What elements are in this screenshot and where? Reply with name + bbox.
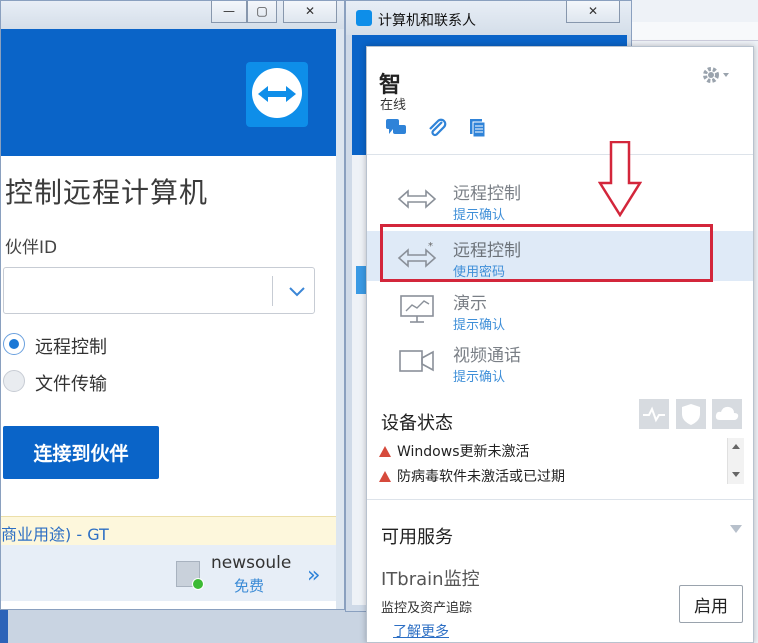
divider [367, 499, 753, 500]
teamviewer-app-icon [356, 10, 372, 26]
action-label: 演示 [453, 294, 487, 314]
partner-id-label: 伙伴ID [5, 238, 58, 258]
action-label: 视频通话 [453, 346, 521, 366]
warnings-scrollbar[interactable] [727, 438, 744, 484]
window-title: 计算机和联系人 [378, 13, 476, 29]
remote-control-radio-label: 远程控制 [35, 337, 107, 358]
arrow-down-icon [598, 141, 642, 217]
enable-button[interactable]: 启用 [679, 585, 743, 623]
partner-id-input[interactable] [10, 278, 264, 304]
available-services-title: 可用服务 [381, 527, 453, 548]
service-description: 监控及资产追踪 [381, 601, 473, 616]
paperclip-icon[interactable] [426, 117, 448, 139]
warnings-list: Windows更新未激活 防病毒软件未激活或已过期 [379, 438, 727, 486]
heartbeat-icon[interactable] [639, 399, 669, 429]
shield-icon[interactable] [676, 399, 706, 429]
highlight-box [380, 224, 713, 282]
close-button[interactable]: ✕ [566, 1, 620, 23]
service-name: ITbrain监控 [381, 569, 480, 590]
user-name[interactable]: newsoule [211, 553, 291, 573]
remote-control-radio[interactable] [3, 333, 25, 355]
chevron-down-icon[interactable] [284, 276, 310, 306]
action-remote-control[interactable]: 远程控制 提示确认 [367, 174, 753, 224]
connect-to-partner-button[interactable]: 连接到伙伴 [3, 426, 159, 479]
learn-more-link[interactable]: 了解更多 [393, 621, 449, 641]
chat-icon[interactable] [385, 117, 407, 139]
action-presentation[interactable]: 演示 提示确认 [367, 284, 753, 334]
page-title: 控制远程计算机 [5, 176, 209, 209]
file-transfer-radio-label: 文件传输 [35, 374, 107, 395]
gear-icon[interactable] [701, 65, 731, 85]
minimize-button[interactable]: — [211, 1, 247, 23]
partner-id-field[interactable] [3, 267, 315, 314]
scroll-up-icon [732, 444, 740, 449]
remote-control-icon [397, 189, 437, 209]
action-sublabel[interactable]: 提示确认 [453, 204, 505, 223]
device-status-title: 设备状态 [381, 413, 453, 434]
action-sublabel[interactable]: 提示确认 [453, 366, 505, 385]
list-item: Windows更新未激活 [379, 441, 530, 461]
file-transfer-radio[interactable] [3, 370, 25, 392]
video-call-icon [399, 350, 434, 372]
teamviewer-logo-icon [246, 62, 308, 127]
contact-status: 在线 [380, 98, 407, 113]
license-bar: 商业用途) - GT [1, 516, 336, 545]
action-sublabel[interactable]: 提示确认 [453, 314, 505, 333]
double-chevron-right-icon[interactable]: » [307, 563, 320, 588]
chevron-down-icon[interactable] [730, 525, 742, 533]
window-border [336, 29, 344, 609]
warning-icon [379, 446, 391, 457]
action-label: 远程控制 [453, 184, 521, 204]
user-plan: 免费 [234, 577, 265, 595]
maximize-button[interactable]: ▢ [247, 1, 277, 23]
list-item: 防病毒软件未激活或已过期 [379, 466, 565, 486]
presentation-icon [400, 295, 434, 323]
action-video-call[interactable]: 视频通话 提示确认 [367, 336, 753, 386]
divider [367, 154, 753, 155]
avatar[interactable] [176, 561, 204, 590]
license-text: 商业用途) - GT [1, 525, 109, 544]
teamviewer-main-window: — ▢ ✕ 控制远程计算机 伙伴ID 远程控制 文件传输 连接到伙伴 商业用途)… [0, 0, 345, 610]
cloud-icon[interactable] [712, 399, 742, 429]
close-button[interactable]: ✕ [283, 1, 337, 23]
warning-icon [379, 471, 391, 482]
contact-popup: 智 在线 远程控制 提示确认 * 远程控制 使用密码 演示 提示确认 视频通话 … [366, 46, 754, 643]
online-status-icon [192, 578, 204, 590]
files-icon[interactable] [466, 117, 488, 139]
scroll-down-icon [732, 472, 740, 477]
